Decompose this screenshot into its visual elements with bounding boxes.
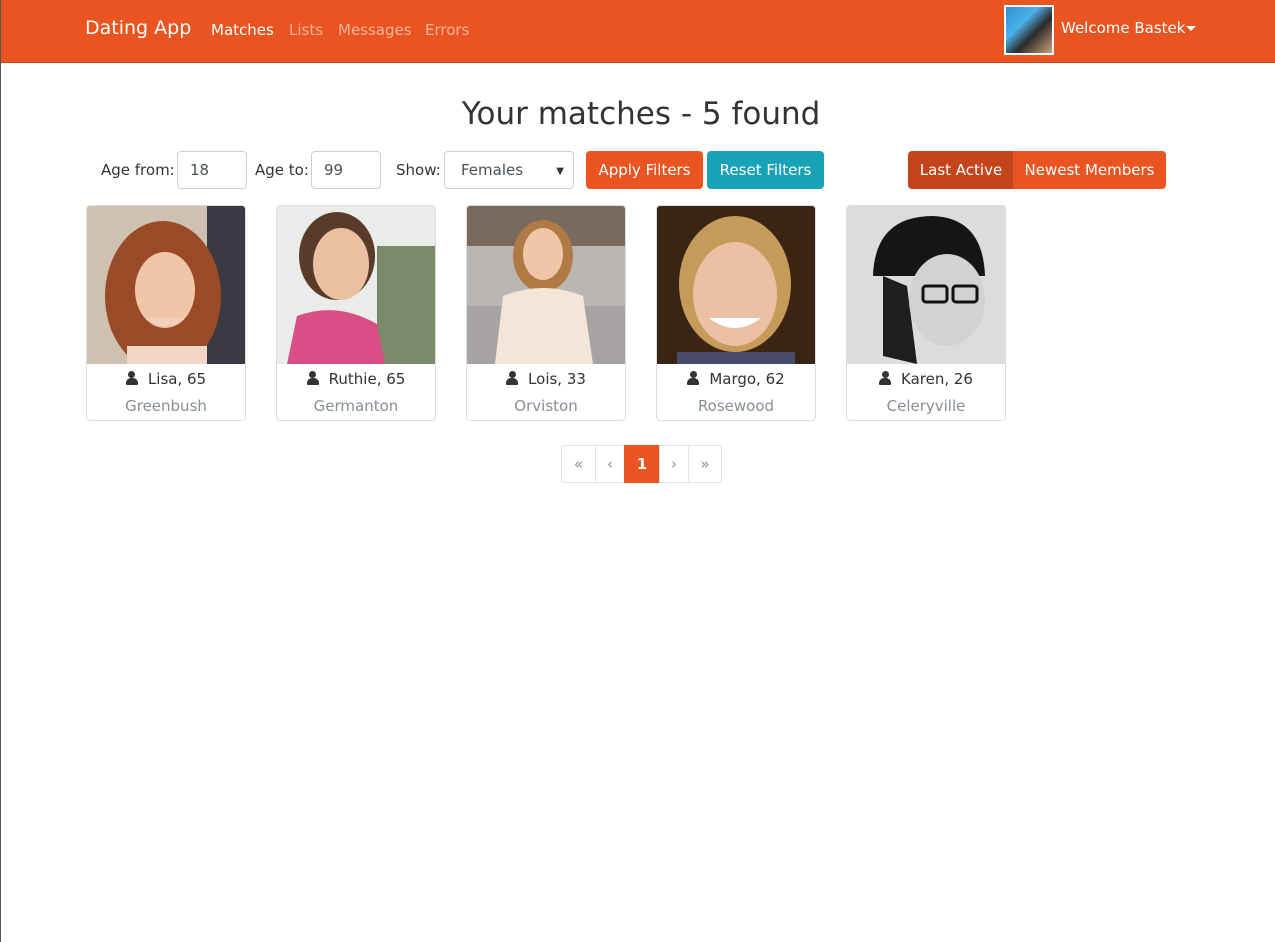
apply-filters-button[interactable]: Apply Filters <box>586 151 703 189</box>
show-label: Show: <box>396 161 441 179</box>
member-city: Orviston <box>514 397 578 415</box>
member-city: Germanton <box>313 397 399 415</box>
age-from-input[interactable]: 18 <box>177 151 247 189</box>
member-name: Karen, 26 <box>847 370 1005 388</box>
member-photo[interactable] <box>277 206 435 364</box>
member-card[interactable]: Lisa, 65 Greenbush <box>86 205 246 421</box>
user-avatar[interactable] <box>1004 5 1054 55</box>
member-card[interactable]: Lois, 33 Orviston <box>466 205 626 421</box>
member-name-text: Lois, 33 <box>528 370 586 388</box>
pagination-page-1[interactable]: 1 <box>624 445 660 483</box>
gender-select-value: Females <box>461 161 524 179</box>
nav-errors[interactable]: Errors <box>425 21 469 39</box>
pagination-next[interactable]: › <box>659 445 689 483</box>
chevron-down-icon: ▼ <box>556 166 564 177</box>
user-icon <box>306 371 319 385</box>
user-icon <box>506 371 519 385</box>
nav-matches[interactable]: Matches <box>211 21 274 39</box>
user-icon <box>687 371 700 385</box>
user-icon <box>879 371 892 385</box>
member-photo[interactable] <box>847 206 1005 364</box>
member-photo[interactable] <box>467 206 625 364</box>
age-to-value: 99 <box>324 161 344 179</box>
member-city: Greenbush <box>125 397 207 415</box>
reset-filters-button[interactable]: Reset Filters <box>707 151 824 189</box>
pagination-previous[interactable]: ‹ <box>595 445 625 483</box>
age-from-value: 18 <box>190 161 210 179</box>
member-name-text: Lisa, 65 <box>147 370 207 388</box>
age-from-label: Age from: <box>101 161 175 179</box>
member-city: Rosewood <box>697 397 775 415</box>
member-photo[interactable] <box>657 206 815 364</box>
member-name: Lisa, 65 <box>87 370 245 388</box>
member-name-text: Margo, 62 <box>709 370 785 388</box>
gender-select[interactable]: Females ▼ <box>444 151 574 189</box>
user-icon <box>125 371 138 385</box>
member-name: Lois, 33 <box>467 370 625 388</box>
user-menu-toggle[interactable]: Welcome Bastek <box>1061 19 1185 37</box>
pagination: « ‹ 1 › » <box>561 445 722 483</box>
member-name: Ruthie, 65 <box>277 370 435 388</box>
member-photo[interactable] <box>87 206 245 364</box>
member-city: Celeryville <box>886 397 966 415</box>
nav-messages[interactable]: Messages <box>338 21 412 39</box>
page-title: Your matches - 5 found <box>461 96 821 132</box>
caret-down-icon[interactable] <box>1186 26 1196 31</box>
member-name: Margo, 62 <box>657 370 815 388</box>
member-name-text: Ruthie, 65 <box>328 370 406 388</box>
member-card[interactable]: Karen, 26 Celeryville <box>846 205 1006 421</box>
sort-last-active-button[interactable]: Last Active <box>908 151 1014 189</box>
age-to-label: Age to: <box>255 161 309 179</box>
member-card[interactable]: Ruthie, 65 Germanton <box>276 205 436 421</box>
member-card[interactable]: Margo, 62 Rosewood <box>656 205 816 421</box>
navbar: Dating App Matches Lists Messages Errors… <box>1 0 1275 63</box>
nav-lists[interactable]: Lists <box>289 21 323 39</box>
sort-newest-members-button[interactable]: Newest Members <box>1013 151 1166 189</box>
pagination-first[interactable]: « <box>561 445 596 483</box>
brand-link[interactable]: Dating App <box>85 17 191 39</box>
member-name-text: Karen, 26 <box>901 370 973 388</box>
pagination-last[interactable]: » <box>688 445 722 483</box>
age-to-input[interactable]: 99 <box>311 151 381 189</box>
